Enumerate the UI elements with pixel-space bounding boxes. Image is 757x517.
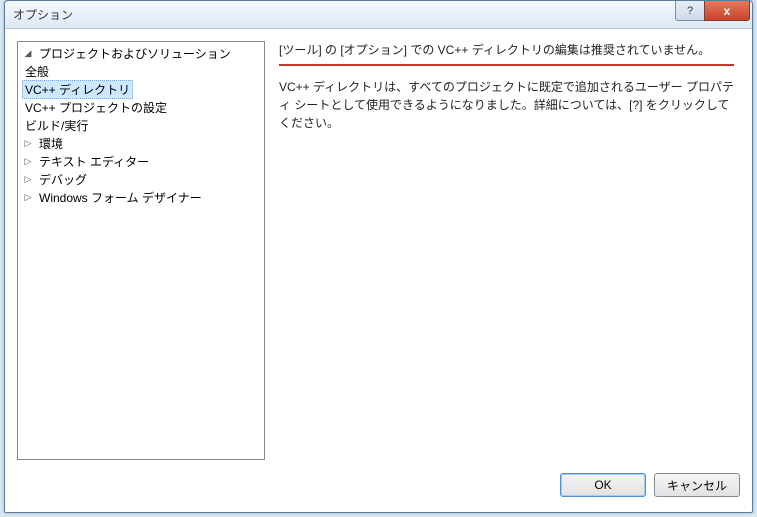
tree-item-debug[interactable]: ▷ デバッグ: [18, 170, 264, 188]
separator-rule: [279, 64, 734, 66]
tree-label: プロジェクトおよびソリューション: [36, 45, 234, 62]
window-title: オプション: [13, 6, 73, 23]
expander-closed-icon[interactable]: ▷: [22, 137, 34, 149]
expander-closed-icon[interactable]: ▷: [22, 173, 34, 185]
tree-label: Windows フォーム デザイナー: [36, 189, 205, 206]
help-button[interactable]: ?: [675, 1, 705, 21]
expander-closed-icon[interactable]: ▷: [22, 191, 34, 203]
deprecation-warning: [ツール] の [オプション] での VC++ ディレクトリの編集は推奨されてい…: [279, 41, 734, 58]
tree-item-winforms-designer[interactable]: ▷ Windows フォーム デザイナー: [18, 188, 264, 206]
titlebar: オプション ? x: [5, 1, 752, 29]
content-area: ◢ プロジェクトおよびソリューション 全般 VC++ ディレクトリ VC+: [5, 29, 752, 468]
tree-item-vcpp-directories[interactable]: VC++ ディレクトリ: [18, 80, 264, 98]
tree-label: テキスト エディター: [36, 153, 152, 170]
detail-body-text: VC++ ディレクトリは、すべてのプロジェクトに既定で追加されるユーザー プロパ…: [279, 78, 734, 132]
tree-label: 環境: [36, 135, 66, 152]
ok-button[interactable]: OK: [560, 473, 646, 497]
expander-closed-icon[interactable]: ▷: [22, 155, 34, 167]
button-label: OK: [594, 478, 611, 492]
button-bar: OK キャンセル: [5, 468, 752, 512]
close-icon: x: [724, 4, 731, 18]
expander-open-icon[interactable]: ◢: [22, 47, 34, 59]
category-tree[interactable]: ◢ プロジェクトおよびソリューション 全般 VC++ ディレクトリ VC+: [17, 41, 265, 460]
tree-label: デバッグ: [36, 171, 90, 188]
tree-item-general[interactable]: 全般: [18, 62, 264, 80]
tree-item-projects-solutions[interactable]: ◢ プロジェクトおよびソリューション: [18, 44, 264, 62]
tree-item-text-editor[interactable]: ▷ テキスト エディター: [18, 152, 264, 170]
titlebar-buttons: ? x: [675, 1, 750, 21]
help-icon: ?: [687, 5, 693, 17]
detail-pane: [ツール] の [オプション] での VC++ ディレクトリの編集は推奨されてい…: [273, 41, 740, 460]
tree-label: VC++ プロジェクトの設定: [22, 99, 170, 116]
close-button[interactable]: x: [704, 1, 750, 21]
tree-item-environment[interactable]: ▷ 環境: [18, 134, 264, 152]
tree-label: ビルド/実行: [22, 117, 91, 134]
tree-label: 全般: [22, 63, 52, 80]
cancel-button[interactable]: キャンセル: [654, 473, 740, 497]
tree-item-vcpp-project-settings[interactable]: VC++ プロジェクトの設定: [18, 98, 264, 116]
options-dialog: オプション ? x ◢ プロジェクトおよびソリューション: [4, 0, 753, 513]
tree-label: VC++ ディレクトリ: [22, 80, 133, 99]
tree-item-build-run[interactable]: ビルド/実行: [18, 116, 264, 134]
button-label: キャンセル: [667, 479, 727, 493]
